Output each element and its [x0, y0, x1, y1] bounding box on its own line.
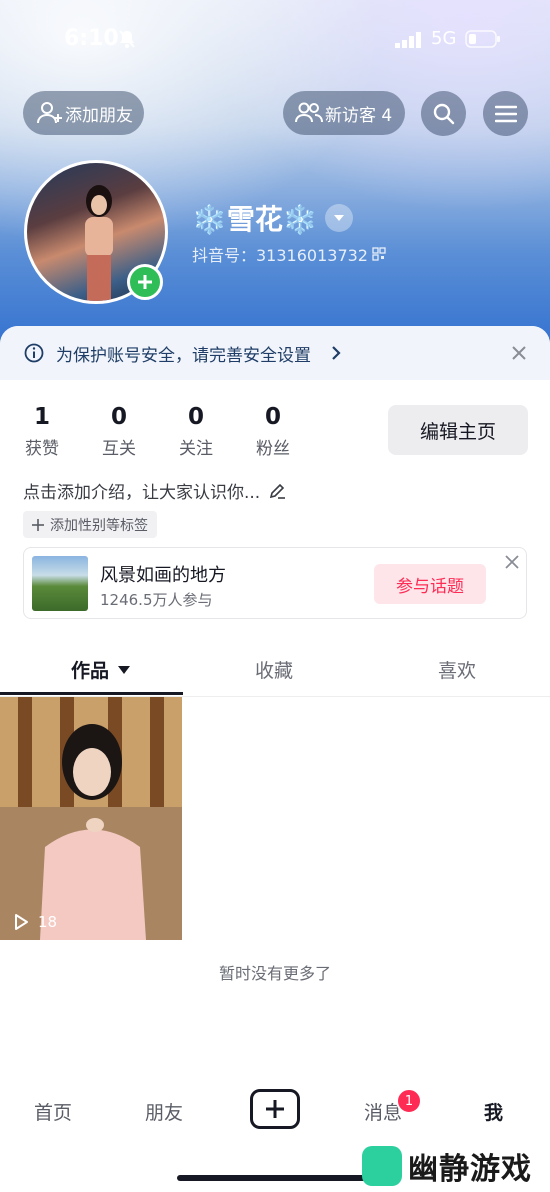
stat-label: 关注 — [179, 439, 213, 459]
new-visitors-label: 新访客 4 — [325, 105, 393, 126]
visitors-icon — [295, 102, 323, 123]
tab-label: 作品 — [71, 660, 110, 682]
stat-mutual[interactable]: 0 互关 — [89, 404, 149, 459]
topic-card[interactable]: 风景如画的地方 1246.5万人参与 参与话题 — [23, 547, 527, 619]
stat-label: 获赞 — [25, 439, 59, 459]
watermark: 幽静游戏 — [362, 1145, 532, 1187]
nav-home[interactable]: 首页 — [34, 1098, 72, 1125]
home-indicator[interactable] — [177, 1175, 373, 1181]
stat-value: 0 — [264, 404, 281, 430]
douyin-id[interactable]: 抖音号：31316013732 — [192, 242, 386, 266]
create-post-button[interactable] — [250, 1089, 300, 1129]
search-button[interactable] — [421, 91, 466, 136]
add-friend-label: 添加朋友 — [65, 105, 133, 126]
add-tags-chip[interactable]: 添加性别等标签 — [23, 511, 157, 538]
caret-down-icon — [118, 665, 131, 674]
join-topic-button[interactable]: 参与话题 — [374, 564, 486, 604]
no-more-content-text: 暂时没有更多了 — [218, 964, 331, 983]
info-icon — [24, 343, 44, 363]
play-count-text: 18 — [38, 913, 58, 931]
watermark-text: 幽静游戏 — [408, 1152, 532, 1187]
plus-icon — [138, 275, 152, 289]
nav-me[interactable]: 我 — [484, 1098, 503, 1125]
chevron-down-icon — [334, 215, 344, 221]
edit-pencil-icon — [270, 483, 286, 499]
content-tabs: 作品 收藏 喜欢 — [0, 644, 550, 697]
qr-code-icon — [372, 247, 386, 261]
hamburger-menu-icon — [494, 105, 517, 122]
status-time: 6:10 — [64, 26, 119, 51]
status-bar: 6:10 5G — [0, 26, 550, 56]
stat-label: 互关 — [102, 439, 136, 459]
tab-likes[interactable]: 喜欢 — [438, 656, 476, 683]
topic-thumbnail — [32, 556, 88, 611]
nav-friends[interactable]: 朋友 — [145, 1098, 183, 1125]
chevron-right-icon — [332, 346, 341, 360]
plus-icon — [32, 518, 44, 531]
tab-works[interactable]: 作品 — [71, 656, 131, 683]
stat-following[interactable]: 0 关注 — [166, 404, 226, 459]
add-person-icon — [37, 102, 62, 124]
stat-value: 1 — [33, 404, 50, 430]
topic-participants: 1246.5万人参与 — [100, 591, 213, 609]
close-icon[interactable] — [512, 346, 526, 360]
account-switch-button[interactable] — [325, 204, 353, 232]
nickname: ❄️雪花❄️ — [192, 203, 318, 236]
video-cover-image — [0, 697, 182, 940]
signal-icon — [395, 32, 421, 48]
stat-value: 0 — [110, 404, 127, 430]
douyin-id-text: 抖音号：31316013732 — [192, 246, 368, 265]
avatar-photo — [85, 185, 113, 301]
network-type: 5G — [431, 28, 457, 49]
plus-icon — [266, 1100, 284, 1118]
stat-value: 0 — [187, 404, 204, 430]
mute-bell-icon — [119, 30, 135, 48]
battery-icon — [465, 30, 500, 48]
search-icon — [433, 103, 454, 124]
add-friend-button[interactable]: 添加朋友 — [23, 91, 144, 135]
new-visitors-button[interactable]: 新访客 4 — [283, 91, 405, 135]
messages-badge: 1 — [396, 1088, 422, 1114]
security-notice-bar[interactable]: 为保护账号安全，请完善安全设置 — [0, 326, 550, 380]
stat-likes[interactable]: 1 获赞 — [12, 404, 72, 459]
add-tags-label: 添加性别等标签 — [50, 517, 148, 534]
avatar-add-button[interactable] — [127, 264, 163, 300]
menu-button[interactable] — [483, 91, 528, 136]
tab-favorites[interactable]: 收藏 — [255, 656, 293, 683]
topic-title: 风景如画的地方 — [100, 565, 226, 586]
bio-field[interactable]: 点击添加介绍，让大家认识你... — [23, 478, 286, 503]
video-thumbnail[interactable] — [0, 697, 182, 940]
edit-profile-button[interactable]: 编辑主页 — [388, 405, 528, 455]
play-icon — [15, 914, 28, 930]
bio-placeholder: 点击添加介绍，让大家认识你... — [23, 483, 261, 503]
watermark-logo-icon — [362, 1146, 402, 1186]
close-icon[interactable] — [504, 554, 520, 570]
security-notice-text: 为保护账号安全，请完善安全设置 — [56, 346, 311, 366]
video-play-count: 18 — [12, 913, 57, 931]
stat-label: 粉丝 — [256, 439, 290, 459]
tab-active-indicator — [0, 692, 183, 695]
stat-followers[interactable]: 0 粉丝 — [243, 404, 303, 459]
